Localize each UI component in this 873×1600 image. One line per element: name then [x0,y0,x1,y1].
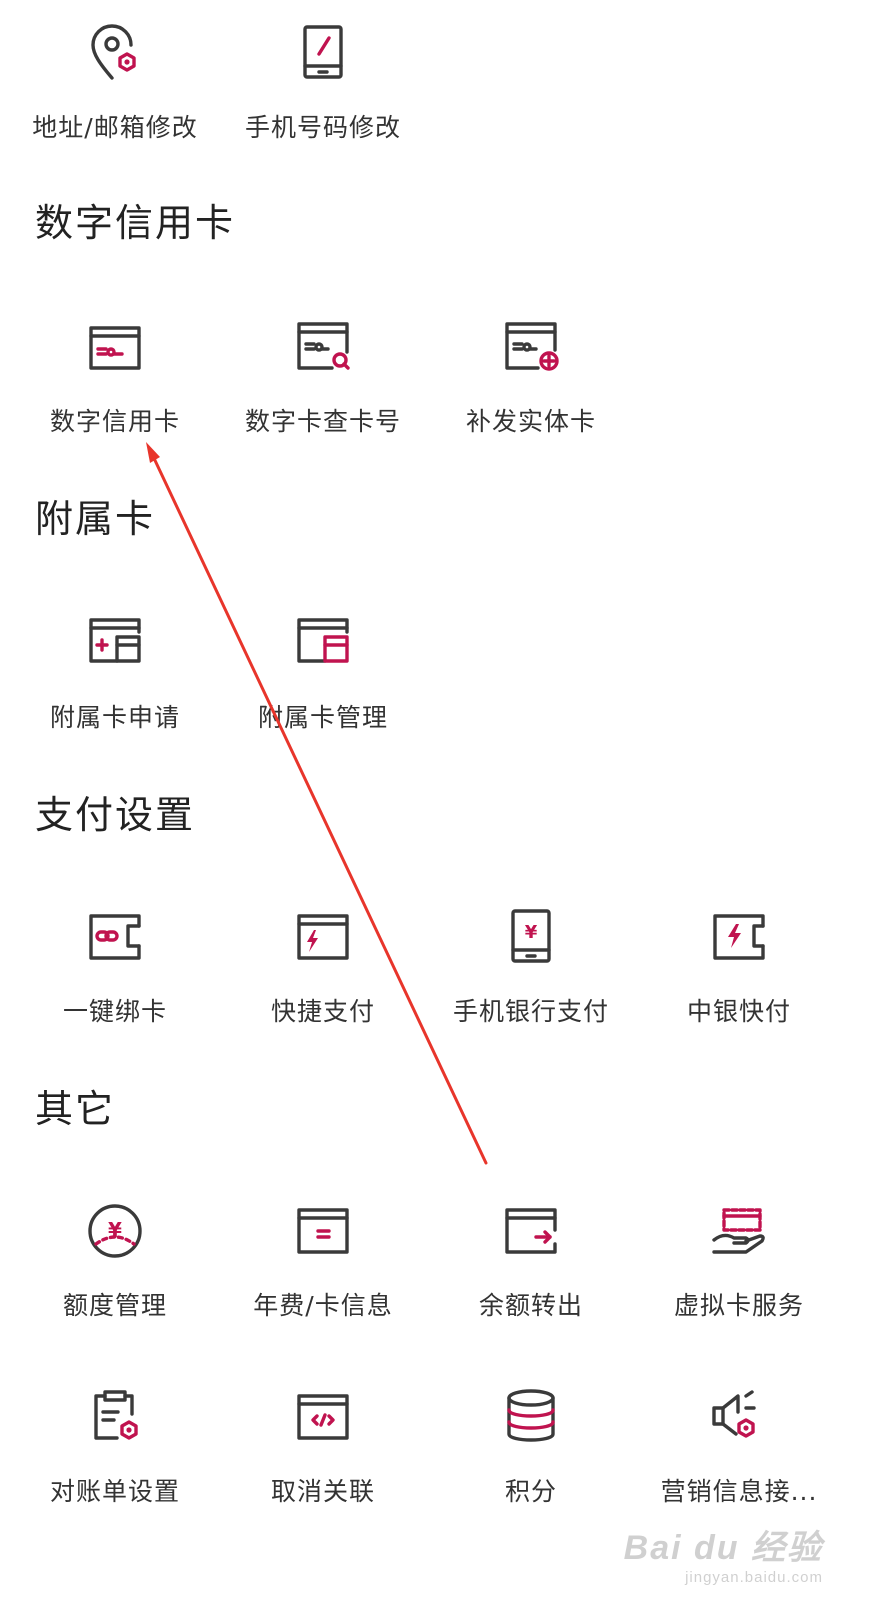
section-title-supplementary: 附属卡 [35,497,156,541]
marketing-info-receive-item[interactable]: 营销信息接... [634,1386,844,1536]
item-label: 取消关联 [270,1477,375,1506]
supplementary-apply-icon [84,612,146,674]
digital-credit-card-item[interactable]: 数字信用卡 [10,316,220,466]
bind-card-icon [84,906,146,968]
address-email-edit-item[interactable]: 地址/邮箱修改 [10,22,220,172]
mobile-banking-payment-item[interactable]: ¥ 手机银行支付 [426,906,636,1056]
location-settings-icon [84,22,146,84]
card-search-icon [292,316,354,378]
unlink-icon [292,1386,354,1448]
item-label: 地址/邮箱修改 [32,113,198,142]
one-click-bind-card-item[interactable]: 一键绑卡 [10,906,220,1056]
item-label: 快捷支付 [270,997,375,1026]
item-label: 虚拟卡服务 [673,1291,804,1320]
item-label: 数字信用卡 [49,407,180,436]
watermark-logo-text: Bai du 经验 [623,1529,823,1567]
item-label: 补发实体卡 [465,407,596,436]
balance-transfer-icon [500,1200,562,1262]
card-reissue-icon [500,316,562,378]
virtual-card-service-item[interactable]: 虚拟卡服务 [634,1200,844,1350]
supplementary-card-apply-item[interactable]: 附属卡申请 [10,612,220,762]
statement-settings-item[interactable]: 对账单设置 [10,1386,220,1536]
virtual-card-icon [708,1200,770,1262]
watermark-url: jingyan.baidu.com [685,1569,823,1586]
item-label: 数字卡查卡号 [244,407,401,436]
points-icon [500,1386,562,1448]
credit-limit-icon: ¥ [84,1200,146,1262]
digital-card-icon [84,316,146,378]
mobile-bank-pay-icon: ¥ [500,906,562,968]
item-label: 对账单设置 [49,1477,180,1506]
points-item[interactable]: 积分 [426,1386,636,1536]
digital-card-lookup-item[interactable]: 数字卡查卡号 [218,316,428,466]
item-label: 附属卡申请 [49,703,180,732]
statement-settings-icon [84,1386,146,1448]
item-label: 额度管理 [62,1291,167,1320]
item-label: 手机号码修改 [244,113,401,142]
item-label: 手机银行支付 [452,997,609,1026]
annual-fee-icon [292,1200,354,1262]
quick-pay-icon [292,906,354,968]
item-label: 中银快付 [686,997,791,1026]
supplementary-card-manage-item[interactable]: 附属卡管理 [218,612,428,762]
section-title-digital-card: 数字信用卡 [35,201,236,245]
phone-number-edit-item[interactable]: 手机号码修改 [218,22,428,172]
section-title-other: 其它 [35,1087,116,1131]
item-label: 营销信息接... [660,1477,818,1506]
annual-fee-card-info-item[interactable]: 年费/卡信息 [218,1200,428,1350]
credit-limit-item[interactable]: ¥ 额度管理 [10,1200,220,1350]
marketing-info-icon [708,1386,770,1448]
boc-fast-pay-icon [708,906,770,968]
item-label: 积分 [504,1477,557,1506]
boc-fast-pay-item[interactable]: 中银快付 [634,906,844,1056]
quick-payment-item[interactable]: 快捷支付 [218,906,428,1056]
item-label: 一键绑卡 [62,997,167,1026]
baidu-jingyan-watermark: Bai du 经验 jingyan.baidu.com [624,1520,823,1586]
reissue-physical-card-item[interactable]: 补发实体卡 [426,316,636,466]
cancel-association-item[interactable]: 取消关联 [218,1386,428,1536]
item-label: 附属卡管理 [257,703,388,732]
balance-transfer-item[interactable]: 余额转出 [426,1200,636,1350]
item-label: 余额转出 [478,1291,583,1320]
item-label: 年费/卡信息 [253,1291,393,1320]
section-title-payment: 支付设置 [35,793,196,837]
supplementary-manage-icon [292,612,354,674]
phone-edit-icon [292,22,354,84]
svg-text:¥: ¥ [525,922,538,943]
